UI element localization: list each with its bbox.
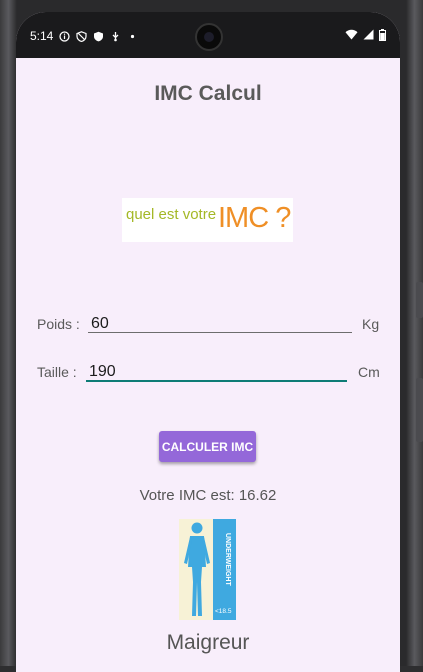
imc-result-text: Votre IMC est: 16.62: [139, 487, 277, 504]
no-disturb-shield-icon: [76, 30, 87, 42]
taille-label: Taille :: [37, 364, 77, 380]
phone-frame: 5:14 IMC Calcul quel est votre IMC ? Poi…: [0, 0, 423, 672]
notification-dot-icon: [127, 31, 138, 42]
cell-signal-icon: [363, 29, 374, 40]
poids-underline: [88, 332, 352, 333]
banner-text: quel est votre: [126, 206, 217, 223]
banner-imc-text: IMC ?: [218, 202, 291, 234]
taille-underline: [86, 380, 347, 382]
app-screen: 5:14 IMC Calcul quel est votre IMC ? Poi…: [16, 12, 400, 672]
wifi-icon: [345, 29, 358, 40]
usb-debug-icon: [110, 31, 121, 42]
shield-icon: [93, 31, 104, 42]
underweight-figure-image: UNDERWEIGHT <18.5: [179, 519, 236, 620]
front-camera: [195, 23, 223, 51]
taille-unit: Cm: [358, 364, 380, 380]
status-time: 5:14: [30, 29, 54, 43]
info-icon: [59, 30, 71, 42]
poids-unit: Kg: [362, 316, 380, 332]
battery-icon: [379, 28, 386, 41]
figure-threshold: <18.5: [215, 608, 232, 615]
volume-button: [416, 282, 423, 318]
power-button: [416, 378, 423, 442]
figure-vertical-label: UNDERWEIGHT: [224, 533, 231, 586]
calculate-imc-button[interactable]: CALCULER IMC: [159, 431, 256, 462]
status-bar: 5:14: [16, 12, 400, 58]
imc-category-text: Maigreur: [166, 631, 250, 654]
poids-label: Poids :: [37, 316, 80, 332]
page-title: IMC Calcul: [154, 82, 262, 105]
imc-banner-image: quel est votre IMC ?: [122, 198, 293, 242]
